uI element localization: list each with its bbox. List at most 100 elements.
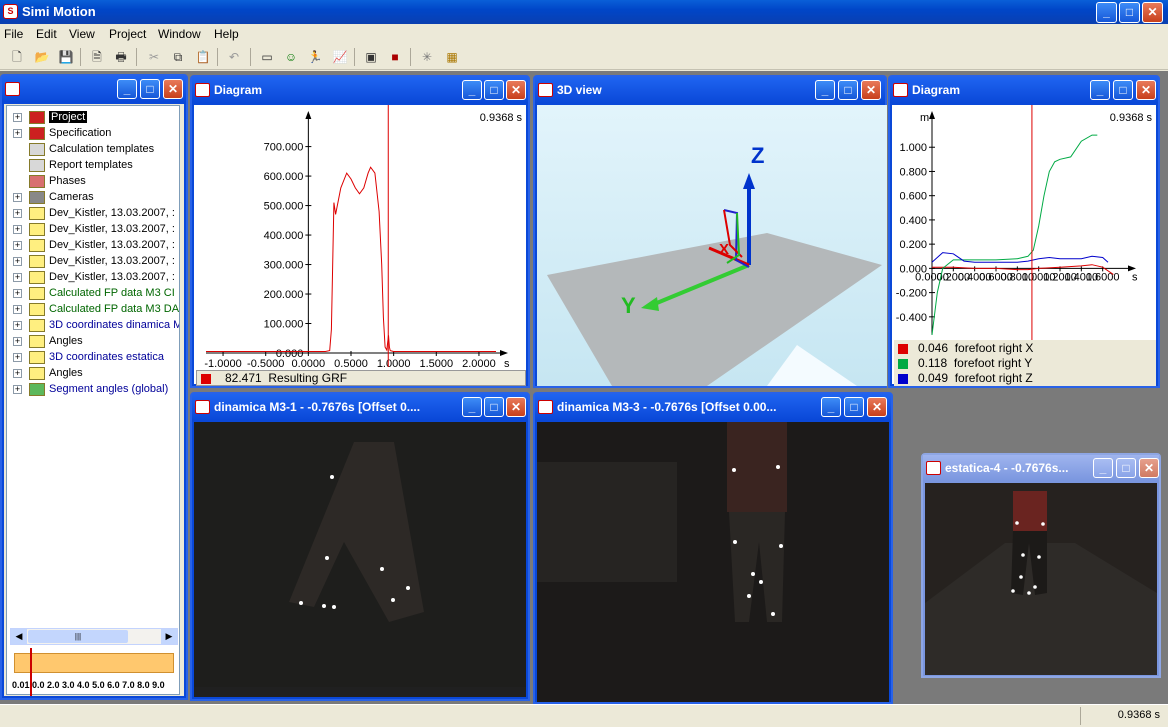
minimize-button[interactable]: _ <box>117 79 137 99</box>
menu-window[interactable]: Window <box>158 27 201 41</box>
expand-plus-icon[interactable]: + <box>13 337 22 346</box>
folder-icon <box>29 367 45 380</box>
background-equipment <box>537 462 677 582</box>
app-maximize-button[interactable]: □ <box>1119 2 1140 23</box>
chart-icon[interactable]: 📈 <box>331 48 349 66</box>
runner-icon[interactable]: 🏃 <box>306 48 324 66</box>
expand-plus-icon[interactable]: + <box>13 129 22 138</box>
diagram-grf-window: Diagram _ □ ✕ 0.000 100.000 200.000 300.000… <box>190 75 530 388</box>
save-icon[interactable]: 💾 <box>57 48 75 66</box>
expand-plus-icon[interactable]: + <box>13 305 22 314</box>
x-tick-label: 2.0000 <box>462 358 496 370</box>
close-button[interactable]: ✕ <box>1136 80 1156 100</box>
cut-icon[interactable]: ✂ <box>145 48 163 66</box>
y-tick-label: 100.000 <box>264 319 304 331</box>
simi-window-icon <box>926 461 941 475</box>
grf-chart[interactable]: 0.000100.000200.000300.000400.000500.000… <box>194 105 526 370</box>
expand-plus-icon[interactable]: + <box>13 369 22 378</box>
menu-view[interactable]: View <box>69 27 95 41</box>
expand-plus-icon[interactable]: + <box>13 209 22 218</box>
x-axis-label: X <box>719 241 729 258</box>
print-icon[interactable]: 🖶 <box>112 48 130 66</box>
maximize-button[interactable]: □ <box>1113 80 1133 100</box>
diagram-foot-titlebar[interactable]: Diagram _ □ ✕ <box>890 77 1158 103</box>
paste-icon[interactable]: 📋 <box>194 48 212 66</box>
expand-plus-icon[interactable]: + <box>13 241 22 250</box>
video1-frame[interactable] <box>194 422 526 697</box>
expand-plus-icon[interactable]: + <box>13 321 22 330</box>
expand-plus-icon[interactable]: + <box>13 193 22 202</box>
camera-icon[interactable]: ■ <box>386 48 404 66</box>
close-button[interactable]: ✕ <box>867 397 887 417</box>
app-close-button[interactable]: ✕ <box>1142 2 1163 23</box>
expand-plus-icon[interactable]: + <box>13 225 22 234</box>
foot-chart[interactable]: -0.400-0.2000.0000.2000.4000.6000.8001.0… <box>892 105 1156 340</box>
close-button[interactable]: ✕ <box>861 80 881 100</box>
open-icon[interactable]: 📂 <box>33 48 51 66</box>
video2-titlebar[interactable]: dinamica M3-3 - -0.7676s [Offset 0.00...… <box>535 394 891 420</box>
expand-plus-icon[interactable]: + <box>13 257 22 266</box>
maximize-button[interactable]: □ <box>1116 458 1136 478</box>
project-tree[interactable]: + Project + Specification Calculation templa… <box>6 105 180 695</box>
x-tick-label: 1.0000 <box>377 358 411 370</box>
toolbar-separator <box>250 48 251 66</box>
minimize-button[interactable]: _ <box>1090 80 1110 100</box>
maximize-button[interactable]: □ <box>838 80 858 100</box>
scroll-thumb[interactable]: ||| <box>28 630 128 643</box>
maximize-button[interactable]: □ <box>844 397 864 417</box>
menu-project[interactable]: Project <box>109 27 146 41</box>
video1-titlebar[interactable]: dinamica M3-1 - -0.7676s [Offset 0.... _… <box>192 394 528 420</box>
close-button[interactable]: ✕ <box>506 80 526 100</box>
video3-titlebar[interactable]: estatica-4 - -0.7676s... _ □ ✕ <box>923 455 1159 481</box>
menu-help[interactable]: Help <box>214 27 239 41</box>
simi-window-icon <box>195 83 210 97</box>
expand-plus-icon[interactable]: + <box>13 353 22 362</box>
new-icon[interactable]: 🗋 <box>8 48 26 66</box>
minimize-button[interactable]: _ <box>815 80 835 100</box>
skeleton-icon[interactable]: ✳ <box>418 48 436 66</box>
expand-plus-icon[interactable]: + <box>13 113 22 122</box>
expand-plus-icon[interactable]: + <box>13 385 22 394</box>
expand-plus-icon[interactable]: + <box>13 289 22 298</box>
close-button[interactable]: ✕ <box>1139 458 1159 478</box>
view3d-body[interactable]: Z Y X <box>537 105 887 386</box>
minimize-button[interactable]: _ <box>1093 458 1113 478</box>
close-button[interactable]: ✕ <box>506 397 526 417</box>
person-icon[interactable]: ☺ <box>282 48 300 66</box>
series-line <box>206 166 496 352</box>
project-window-titlebar[interactable]: _ □ ✕ <box>2 76 186 102</box>
scroll-left-arrow-icon[interactable]: ◀ <box>11 629 27 644</box>
video-icon[interactable]: ▣ <box>362 48 380 66</box>
maximize-button[interactable]: □ <box>484 80 504 100</box>
series-line <box>931 134 1098 336</box>
maximize-button[interactable]: □ <box>484 397 504 417</box>
maximize-button[interactable]: □ <box>140 79 160 99</box>
menu-file[interactable]: File <box>4 27 23 41</box>
expand-plus-icon[interactable]: + <box>13 273 22 282</box>
print-preview-icon[interactable]: 🗎 <box>88 48 106 66</box>
scene-3d[interactable]: Z Y X <box>537 105 887 386</box>
video2-frame[interactable] <box>537 422 889 702</box>
window-icon[interactable]: ▭ <box>258 48 276 66</box>
tree-item-label: 3D coordinates dinamica M <box>49 319 180 331</box>
scroll-right-arrow-icon[interactable]: ▶ <box>161 629 177 644</box>
copy-icon[interactable]: ⧉ <box>169 48 187 66</box>
minimize-button[interactable]: _ <box>462 80 482 100</box>
calculator-icon[interactable]: ▦ <box>443 48 461 66</box>
timeline-bar[interactable] <box>14 653 174 673</box>
diagram-grf-titlebar[interactable]: Diagram _ □ ✕ <box>192 77 528 103</box>
toolbar: 🗋 📂 💾 🗎 🖶 ✂ ⧉ 📋 ↶ ▭ ☺ 🏃 📈 ▣ ■ ✳ ▦ <box>0 44 1168 70</box>
tree-item-label: Calculation templates <box>49 143 155 155</box>
minimize-button[interactable]: _ <box>462 397 482 417</box>
tree-horizontal-scrollbar[interactable]: ◀ ||| ▶ <box>10 628 178 645</box>
simi-app-icon[interactable]: S <box>3 4 18 19</box>
video3-frame[interactable] <box>925 483 1157 675</box>
close-button[interactable]: ✕ <box>163 79 183 99</box>
menu-edit[interactable]: Edit <box>36 27 57 41</box>
minimize-button[interactable]: _ <box>821 397 841 417</box>
folder-icon <box>29 223 45 236</box>
undo-icon[interactable]: ↶ <box>225 48 243 66</box>
app-minimize-button[interactable]: _ <box>1096 2 1117 23</box>
view3d-titlebar[interactable]: 3D view _ □ ✕ <box>535 77 885 103</box>
video3-image <box>925 483 1157 675</box>
